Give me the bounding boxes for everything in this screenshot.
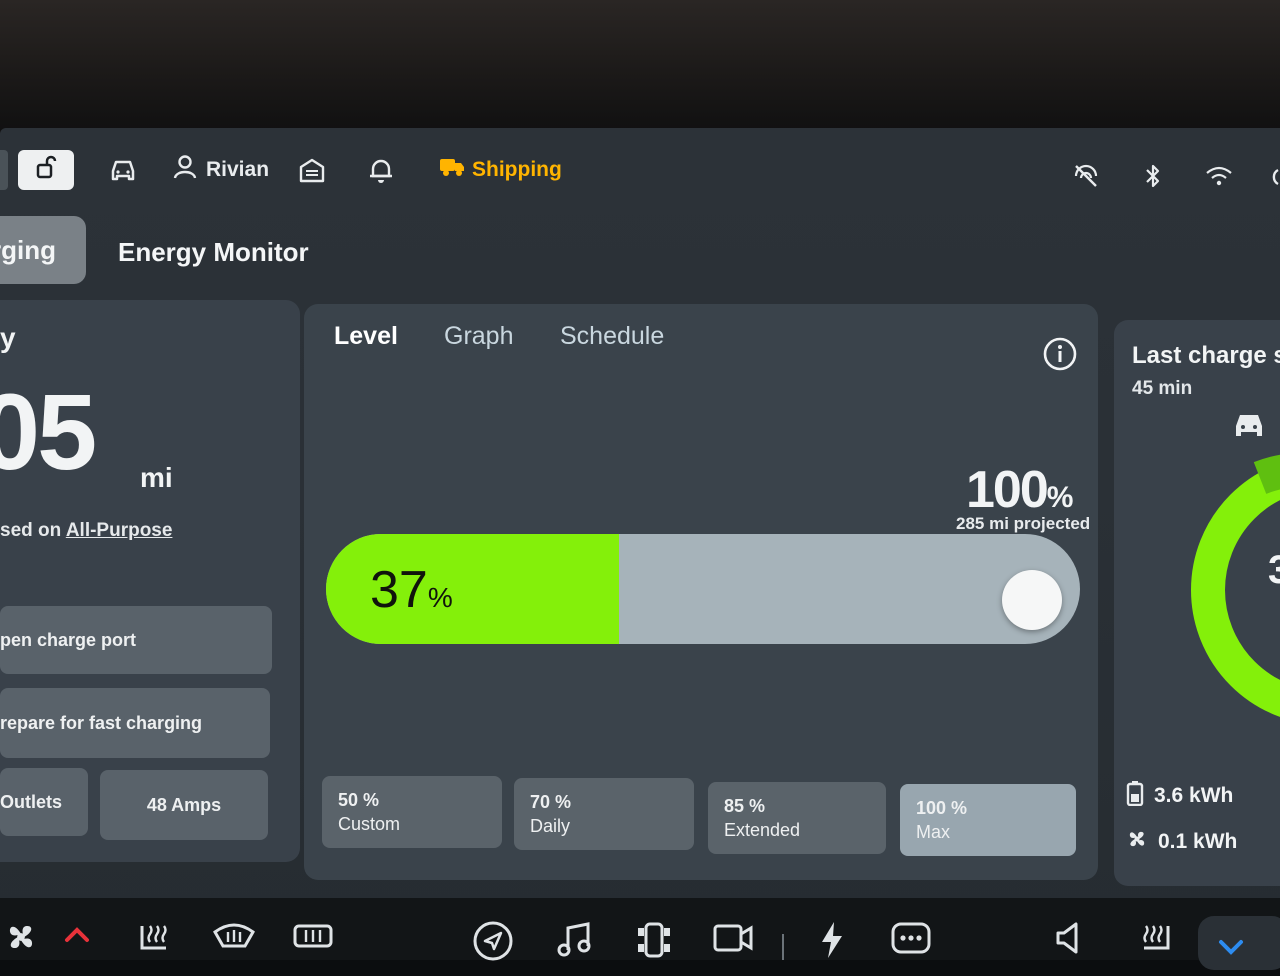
charge-limit-value: 100 [966, 461, 1049, 519]
battery-icon [1126, 780, 1144, 812]
prepare-fast-charging-label: repare for fast charging [0, 712, 203, 733]
navigation-icon[interactable] [472, 920, 513, 961]
preset-extended-button[interactable]: 85 % Extended [708, 782, 886, 854]
preset-value: 85 % [724, 796, 766, 816]
bluetooth-icon[interactable] [1142, 156, 1164, 196]
dashboard-bezel [0, 0, 1280, 140]
preset-custom-button[interactable]: 50 % Custom [322, 776, 502, 848]
projected-range: 285 mi projected [956, 514, 1091, 533]
energy-added-value: 3.6 kWh [1154, 784, 1234, 807]
garage-icon[interactable] [298, 150, 326, 190]
wifi-icon[interactable] [1204, 156, 1234, 196]
vehicle-icon[interactable] [634, 920, 674, 960]
lock-open-icon [35, 155, 57, 185]
charge-limit-unit: % [1046, 481, 1074, 514]
info-icon[interactable] [1042, 336, 1078, 372]
defrost-rear-icon[interactable] [292, 920, 333, 960]
chevron-up-icon[interactable] [62, 920, 102, 960]
shipping-status[interactable]: Shipping [438, 150, 562, 190]
preset-max-button[interactable]: 100 % Max [900, 784, 1076, 856]
range-basis-prefix: sed on [0, 520, 62, 541]
charging-icon[interactable] [816, 920, 856, 960]
preset-name: Max [916, 822, 951, 842]
charge-limit-handle[interactable] [1002, 570, 1062, 630]
climate-energy-stat: 0.1 kWh [1126, 828, 1237, 856]
fan-icon[interactable] [4, 920, 44, 960]
fan-icon [1126, 828, 1148, 856]
range-unit: mi [140, 462, 173, 493]
tab-charging[interactable]: rging [0, 216, 86, 284]
shipping-label: Shipping [472, 158, 562, 181]
charge-limit: 100% [966, 460, 1073, 520]
profile-label: Rivian [206, 158, 270, 181]
tab-schedule[interactable]: Schedule [560, 322, 664, 351]
range-basis: sed on All-Purpose [0, 520, 172, 542]
profile-button[interactable]: Rivian [172, 150, 269, 190]
climate-energy-value: 0.1 kWh [1158, 830, 1238, 853]
preset-daily-button[interactable]: 70 % Daily [514, 778, 694, 850]
car-icon [1232, 408, 1266, 445]
outlets-button[interactable]: Outlets [0, 768, 88, 836]
preset-name: Daily [530, 816, 571, 836]
user-icon [172, 154, 198, 186]
last-charge-duration: 45 min [1132, 378, 1193, 399]
music-icon[interactable] [554, 920, 594, 960]
preset-value: 70 % [530, 792, 572, 812]
seat-heat-icon[interactable] [136, 920, 176, 960]
more-icon[interactable] [890, 920, 931, 960]
preset-name: Custom [338, 814, 401, 834]
range-value: 05 [0, 371, 97, 492]
dock-divider [782, 934, 784, 960]
tab-energy-monitor[interactable]: Energy Monitor [118, 218, 309, 286]
charge-ring [1191, 454, 1280, 717]
preset-value: 100 % [916, 798, 968, 818]
energy-added-stat: 3.6 kWh [1126, 780, 1233, 812]
truck-icon [438, 156, 466, 184]
tab-graph[interactable]: Graph [444, 322, 513, 351]
camera-icon[interactable] [712, 920, 753, 960]
status-left-edge [0, 150, 8, 190]
prepare-fast-charging-button[interactable]: repare for fast charging [0, 688, 270, 758]
preset-name: Extended [724, 820, 801, 840]
car-icon[interactable] [108, 150, 138, 190]
current-charge-unit: % [427, 582, 453, 613]
last-charge-title: Last charge s [1132, 342, 1280, 369]
open-charge-port-label: pen charge port [0, 629, 137, 650]
outlets-label: Outlets [0, 791, 63, 812]
drive-mode-link[interactable]: All-Purpose [66, 520, 173, 541]
charge-ring-value: 3 [1268, 548, 1280, 592]
tab-energy-monitor-label: Energy Monitor [118, 236, 309, 267]
open-charge-port-button[interactable]: pen charge port [0, 606, 272, 674]
lock-button[interactable] [18, 150, 74, 190]
tab-level[interactable]: Level [334, 322, 398, 351]
amps-label: 48 Amps [146, 794, 222, 815]
amps-button[interactable]: 48 Amps [100, 770, 268, 840]
seat-heat-right-icon[interactable] [1136, 920, 1176, 960]
current-charge-value: 37 [370, 561, 428, 619]
location-off-icon[interactable] [1072, 156, 1100, 196]
current-charge: 37% [370, 560, 453, 620]
status-overflow-icon[interactable] [1266, 156, 1280, 196]
status-bar: Rivian Shipping [0, 140, 1280, 200]
preset-value: 50 % [338, 790, 380, 810]
bell-icon[interactable] [368, 150, 394, 190]
range-panel-title: y [0, 322, 16, 353]
volume-icon[interactable] [1054, 920, 1094, 960]
defrost-front-icon[interactable] [212, 920, 255, 960]
chevron-down-icon [1216, 936, 1256, 976]
tab-charging-label: rging [0, 234, 56, 265]
